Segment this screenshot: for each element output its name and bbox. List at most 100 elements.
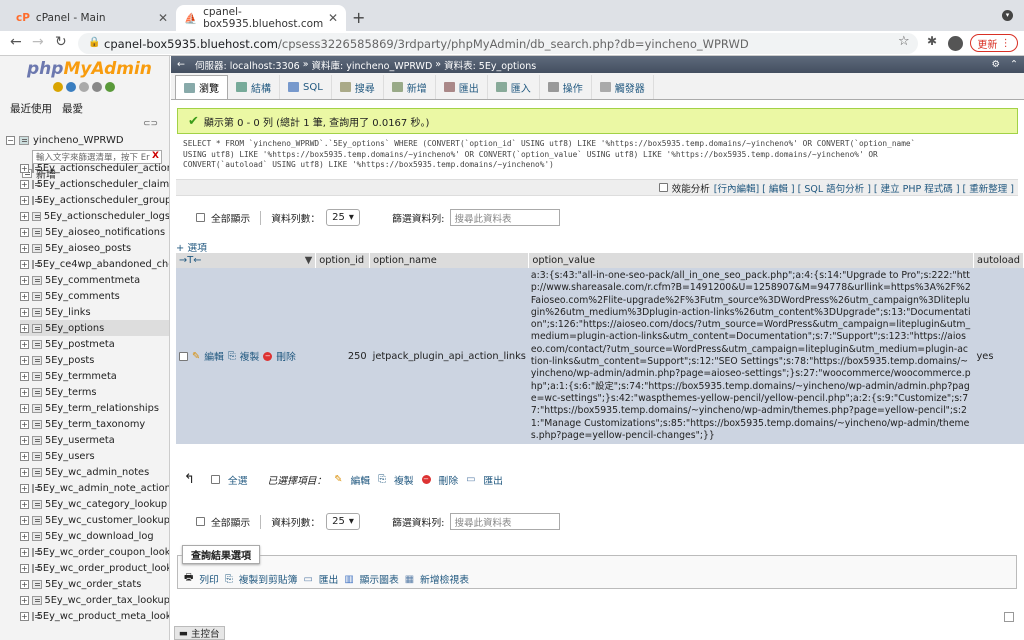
extensions-icon[interactable]: ✱ (927, 34, 937, 48)
tab-menu-item[interactable]: 搜尋 (332, 75, 384, 99)
tab-cpanel[interactable]: cP cPanel - Main ✕ (8, 5, 176, 31)
delete-link[interactable]: 刪除 (276, 349, 296, 363)
sidebar-item-table[interactable]: +5Ey_wc_order_stats (20, 576, 169, 592)
expand-icon[interactable]: + (20, 451, 29, 461)
expand-icon[interactable]: + (20, 547, 29, 557)
page-settings-icon[interactable] (1004, 612, 1014, 622)
logout-icon[interactable] (66, 82, 76, 92)
query-action-links[interactable]: [行內編輯] [ 編輯 ] [ SQL 語句分析 ] [ 建立 PHP 程式碼 … (714, 181, 1014, 195)
bulk-export-button[interactable]: 匯出 (483, 473, 503, 487)
phpmyadmin-logo[interactable]: phpMyAdmin (27, 59, 152, 79)
expand-icon[interactable]: + (20, 243, 29, 253)
expand-icon[interactable]: + (20, 563, 29, 573)
expand-icon[interactable]: + (20, 531, 29, 541)
sidebar-item-table[interactable]: +5Ey_wc_product_meta_looku (20, 608, 169, 624)
sidebar-item-table[interactable]: +5Ey_wc_category_lookup (20, 496, 169, 512)
sidebar-item-table[interactable]: +5Ey_wc_admin_note_actions (20, 480, 169, 496)
cell-option-id[interactable]: 250 (315, 268, 370, 445)
sidebar-item-table[interactable]: +5Ey_wc_customer_lookup (20, 512, 169, 528)
sidebar-item-table[interactable]: +5Ey_links (20, 304, 169, 320)
expand-icon[interactable]: + (20, 227, 29, 237)
lock-icon[interactable]: 🔒 (88, 37, 100, 48)
expand-icon[interactable]: + (20, 307, 29, 317)
sidebar-item-table[interactable]: +5Ey_postmeta (20, 336, 169, 352)
expand-icon[interactable]: + (20, 467, 29, 477)
expand-icon[interactable]: + (20, 323, 29, 333)
sidebar-item-table[interactable]: +5Ey_usermeta (20, 432, 169, 448)
recent-tab[interactable]: 最近使用 (10, 101, 52, 116)
expand-icon[interactable]: + (20, 515, 29, 525)
sidebar-item-table[interactable]: +5Ey_options (20, 320, 169, 336)
expand-icon[interactable]: + (20, 611, 29, 621)
expand-icon[interactable]: + (20, 499, 29, 509)
reload-icon[interactable]: ↻ (55, 34, 67, 50)
sidebar-item-table[interactable]: +5Ey_terms (20, 384, 169, 400)
gear-icon[interactable]: ⚙ (991, 59, 1000, 70)
expand-icon[interactable]: + (20, 339, 29, 349)
sidebar-item-table[interactable]: +5Ey_aioseo_notifications (20, 224, 169, 240)
bookmark-star-icon[interactable]: ☆ (898, 34, 910, 49)
edit-link[interactable]: 編輯 (204, 349, 224, 363)
docs-icon[interactable] (79, 82, 89, 92)
console-toggle[interactable]: ▬ 主控台 (174, 626, 225, 640)
tab-menu-item[interactable]: 匯入 (488, 75, 540, 99)
tab-search-icon[interactable]: ▾ (1002, 10, 1013, 21)
expand-icon[interactable]: + (20, 275, 29, 285)
check-all-checkbox[interactable] (210, 475, 220, 484)
tab-phpmyadmin[interactable]: ⛵ cpanel-box5935.bluehost.com ✕ (176, 5, 346, 31)
expand-icon[interactable]: + (20, 291, 29, 301)
options-link[interactable]: + 選項 (176, 240, 207, 254)
cell-option-value[interactable]: a:3:{s:43:"all-in-one-seo-pack/all_in_on… (528, 268, 974, 445)
sidebar-item-table[interactable]: +5Ey_wc_admin_notes (20, 464, 169, 480)
expand-icon[interactable]: + (20, 355, 29, 365)
breadcrumb-server[interactable]: 伺服器: localhost:3306 (195, 58, 300, 72)
display-chart-link[interactable]: 顯示圖表 (360, 572, 399, 586)
rows-select[interactable]: 25 ▾ (326, 513, 361, 530)
sidebar-item-table[interactable]: +5Ey_commentmeta (20, 272, 169, 288)
expand-icon[interactable]: + (20, 483, 29, 493)
expand-icon[interactable]: + (20, 403, 29, 413)
rows-select[interactable]: 25 ▾ (326, 209, 361, 226)
filter-rows-input[interactable]: 搜尋此資料表 (450, 513, 561, 530)
cell-autoload[interactable]: yes (973, 268, 1024, 445)
update-button[interactable]: 更新 ⋮ (970, 34, 1018, 52)
forward-icon[interactable]: → (32, 34, 44, 50)
link-icon[interactable]: ⊂⊃ (143, 119, 158, 129)
db-node[interactable]: − yincheno_WPRWD (6, 133, 124, 147)
sidebar-item-table[interactable]: +5Ey_aioseo_posts (20, 240, 169, 256)
settings-icon[interactable] (92, 82, 102, 92)
breadcrumb-table[interactable]: 資料表: 5Ey_options (444, 58, 536, 72)
tab-menu-item[interactable]: 操作 (540, 75, 592, 99)
close-icon[interactable]: ✕ (328, 11, 338, 25)
bulk-copy-button[interactable]: 複製 (394, 473, 414, 487)
export-link[interactable]: 匯出 (319, 572, 339, 586)
close-icon[interactable]: ✕ (158, 11, 168, 25)
sidebar-item-table[interactable]: +5Ey_wc_download_log (20, 528, 169, 544)
expand-icon[interactable]: + (20, 179, 29, 189)
bulk-edit-button[interactable]: 編輯 (351, 473, 371, 487)
sidebar-item-table[interactable]: +5Ey_term_relationships (20, 400, 169, 416)
column-controls-header[interactable]: →T← ▼ (176, 253, 317, 268)
column-header[interactable]: option_value (528, 253, 974, 268)
maximize-icon[interactable]: ⌃ (1010, 59, 1018, 70)
copy-link[interactable]: 複製 (240, 349, 260, 363)
show-all-checkbox[interactable] (196, 517, 205, 526)
sidebar-item-table[interactable]: +5Ey_users (20, 448, 169, 464)
tab-menu-item[interactable]: SQL (280, 75, 332, 99)
profile-avatar[interactable] (948, 36, 963, 51)
sidebar-item-table[interactable]: +5Ey_term_taxonomy (20, 416, 169, 432)
sidebar-item-table[interactable]: +5Ey_actionscheduler_claims (20, 176, 169, 192)
row-checkbox[interactable] (179, 351, 188, 361)
new-tab-button[interactable]: + (352, 8, 365, 27)
sidebar-item-table[interactable]: +5Ey_actionscheduler_groups (20, 192, 169, 208)
sidebar-item-table[interactable]: +5Ey_actionscheduler_logs (20, 208, 169, 224)
cell-option-name[interactable]: jetpack_plugin_api_action_links (369, 268, 529, 445)
reload-nav-icon[interactable] (105, 82, 115, 92)
expand-icon[interactable]: + (20, 195, 29, 205)
sidebar-item-table[interactable]: +5Ey_wc_order_tax_lookup (20, 592, 169, 608)
back-icon[interactable]: ← (10, 34, 22, 50)
copy-clipboard-link[interactable]: 複製到剪貼簿 (239, 572, 298, 586)
tab-menu-item[interactable]: 瀏覽 (175, 75, 228, 99)
expand-icon[interactable]: + (20, 163, 29, 173)
expand-icon[interactable]: + (20, 211, 29, 221)
